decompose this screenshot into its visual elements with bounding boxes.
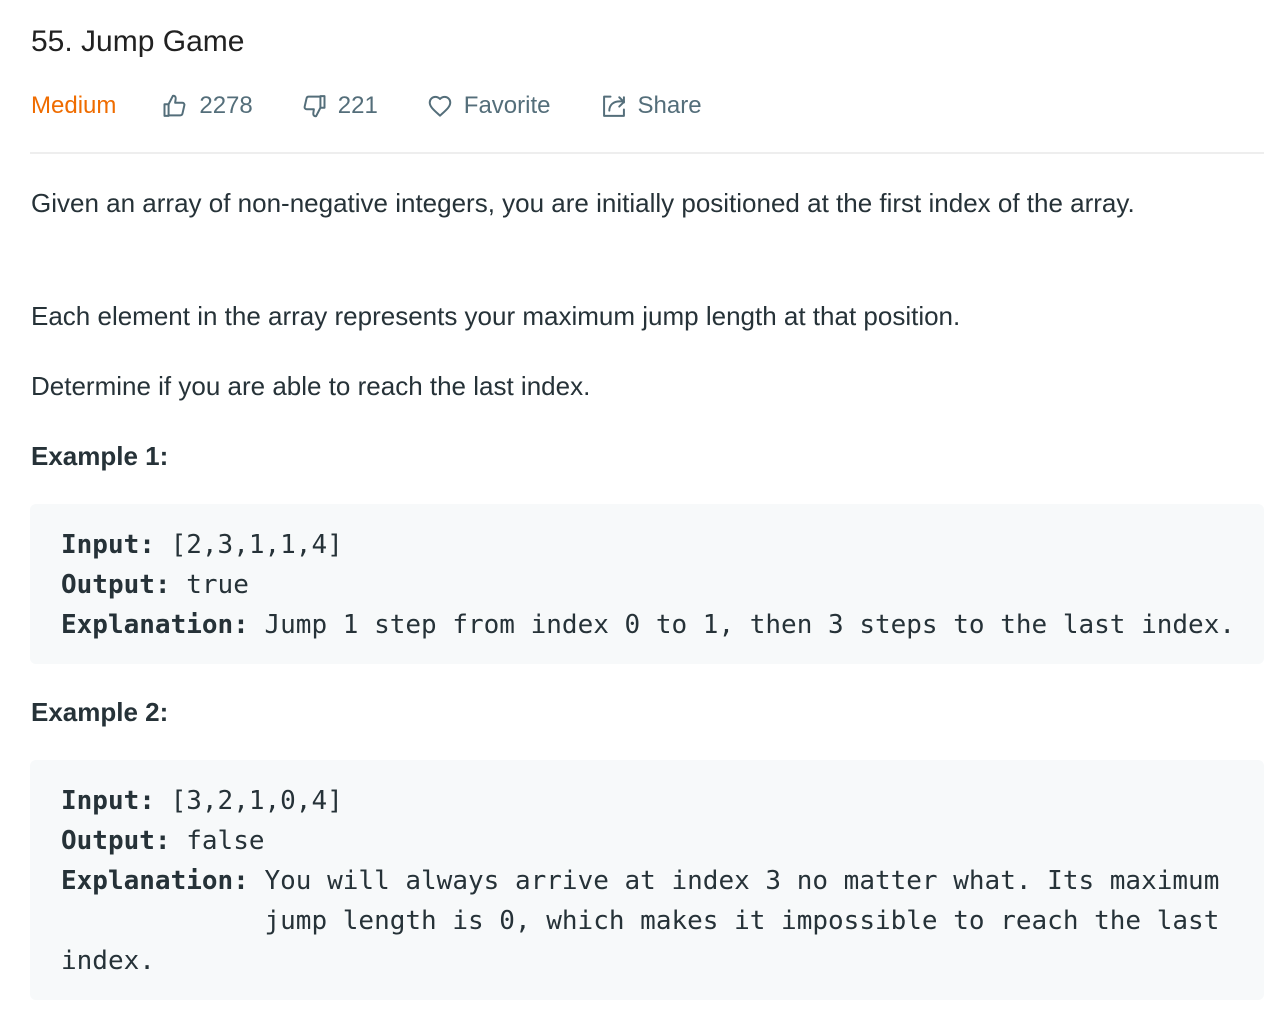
favorite-button[interactable]: Favorite bbox=[426, 92, 551, 120]
example-2-output-line: Output: false bbox=[61, 821, 1264, 861]
example-1-explanation-line: Explanation: Jump 1 step from index 0 to… bbox=[61, 605, 1264, 645]
share-label: Share bbox=[637, 92, 702, 119]
input-label: Input: bbox=[61, 786, 155, 816]
description-paragraph-1: Given an array of non-negative integers,… bbox=[31, 188, 1135, 218]
explanation-label: Explanation: bbox=[61, 610, 249, 640]
like-button[interactable]: 2278 bbox=[161, 92, 253, 120]
favorite-label: Favorite bbox=[463, 92, 551, 119]
output-value: false bbox=[170, 826, 265, 856]
example-1-output-line: Output: true bbox=[61, 565, 1264, 605]
header-divider bbox=[30, 152, 1264, 154]
example-2-code-block: Input: [3,2,1,0,4] Output: false Explanati… bbox=[30, 760, 1264, 1000]
output-value: true bbox=[170, 570, 249, 600]
example-2-explanation-continuation: index. bbox=[61, 946, 155, 976]
example-2-input-line: Input: [3,2,1,0,4] bbox=[61, 781, 1264, 821]
thumbs-down-icon bbox=[303, 95, 326, 118]
example-2-heading: Example 2: bbox=[31, 697, 169, 727]
problem-title: 55. Jump Game bbox=[31, 25, 245, 58]
input-label: Input: bbox=[61, 530, 155, 560]
thumbs-up-icon bbox=[163, 94, 186, 117]
input-value: [2,3,1,1,4] bbox=[154, 530, 343, 560]
like-count: 2278 bbox=[199, 92, 253, 119]
description-paragraph-2: Each element in the array represents you… bbox=[31, 301, 961, 331]
example-1-code-block: Input: [2,3,1,1,4] Output: true Explanatio… bbox=[30, 504, 1264, 664]
example-2-explanation-continuation: jump length is 0, which makes it impossi… bbox=[61, 906, 1220, 936]
difficulty-badge: Medium bbox=[31, 92, 117, 119]
heart-icon bbox=[428, 95, 452, 117]
description-paragraph-3: Determine if you are able to reach the l… bbox=[31, 371, 591, 401]
explanation-text: Jump 1 step from index 0 to 1, then 3 st… bbox=[248, 610, 1236, 640]
input-value: [3,2,1,0,4] bbox=[154, 786, 343, 816]
dislike-count: 221 bbox=[337, 92, 378, 119]
explanation-text: You will always arrive at index 3 no mat… bbox=[248, 866, 1220, 896]
example-1-heading: Example 1: bbox=[31, 441, 169, 471]
share-icon bbox=[602, 95, 625, 117]
example-1-input-line: Input: [2,3,1,1,4] bbox=[61, 525, 1264, 565]
output-label: Output: bbox=[61, 826, 171, 856]
share-button[interactable]: Share bbox=[600, 92, 702, 120]
dislike-button[interactable]: 221 bbox=[300, 92, 378, 120]
output-label: Output: bbox=[61, 570, 171, 600]
example-2-explanation-line: Explanation: You will always arrive at i… bbox=[61, 861, 1264, 901]
problem-meta-bar: Medium 2278 221 Favorite Share bbox=[31, 86, 702, 126]
explanation-label: Explanation: bbox=[61, 866, 249, 896]
